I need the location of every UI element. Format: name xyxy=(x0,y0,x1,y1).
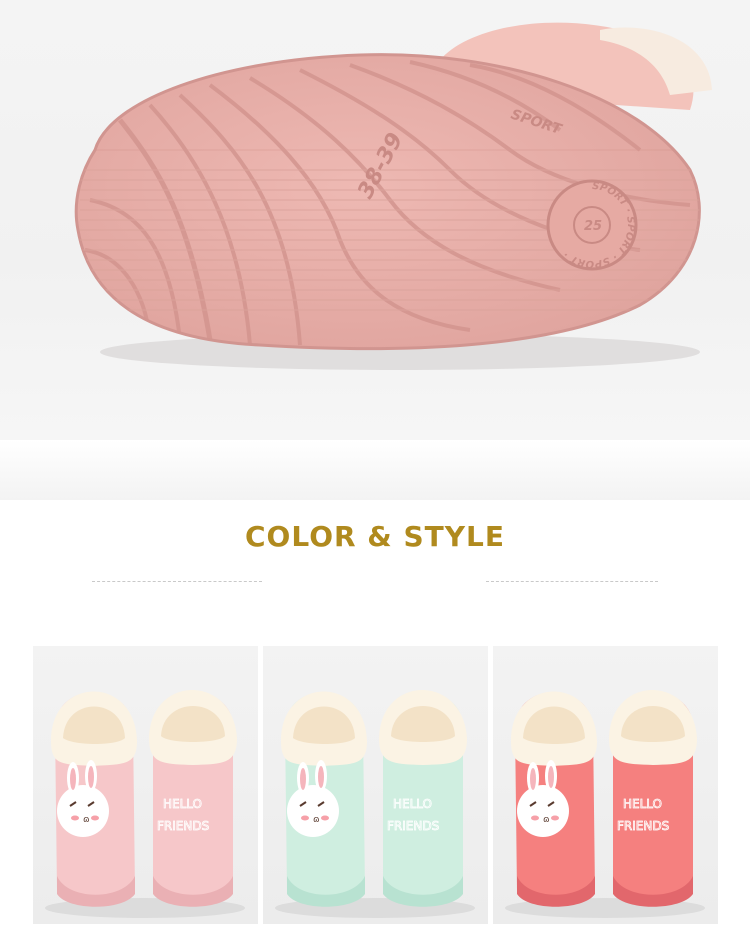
variant-pink: ɷ HELLO FRIENDS xyxy=(33,646,258,924)
separator-band xyxy=(0,440,750,500)
section-title: COLOR & STYLE xyxy=(245,520,505,553)
embroidery-hello: HELLO xyxy=(163,797,202,811)
slipper-pair-pink: ɷ HELLO FRIENDS xyxy=(45,690,245,918)
svg-text:ɷ: ɷ xyxy=(83,815,90,825)
embroidery-friends: FRIENDS xyxy=(157,819,209,833)
svg-text:ɷ: ɷ xyxy=(313,815,320,825)
sole-illustration: 38-39 SPORT SPORT · SPORT · SPORT · 25 xyxy=(74,22,712,370)
divider-right xyxy=(486,581,658,582)
stamp-center: 25 xyxy=(584,219,602,234)
divider-left xyxy=(92,581,262,582)
embroidery-hello: HELLO xyxy=(393,797,432,811)
sole-photo: 38-39 SPORT SPORT · SPORT · SPORT · 25 xyxy=(0,0,750,440)
slipper-pair-coral: ɷ HELLO FRIENDS xyxy=(505,690,705,918)
embroidery-friends: FRIENDS xyxy=(617,819,669,833)
embroidery-friends: FRIENDS xyxy=(387,819,439,833)
svg-text:ɷ: ɷ xyxy=(543,815,550,825)
variant-coral: ɷ HELLO FRIENDS xyxy=(493,646,718,924)
variant-mint: ɷ HELLO FRIENDS xyxy=(263,646,488,924)
sport-stamp: SPORT · SPORT · SPORT · 25 xyxy=(546,179,638,271)
slipper-pair-mint: ɷ HELLO FRIENDS xyxy=(275,690,475,918)
embroidery-hello: HELLO xyxy=(623,797,662,811)
